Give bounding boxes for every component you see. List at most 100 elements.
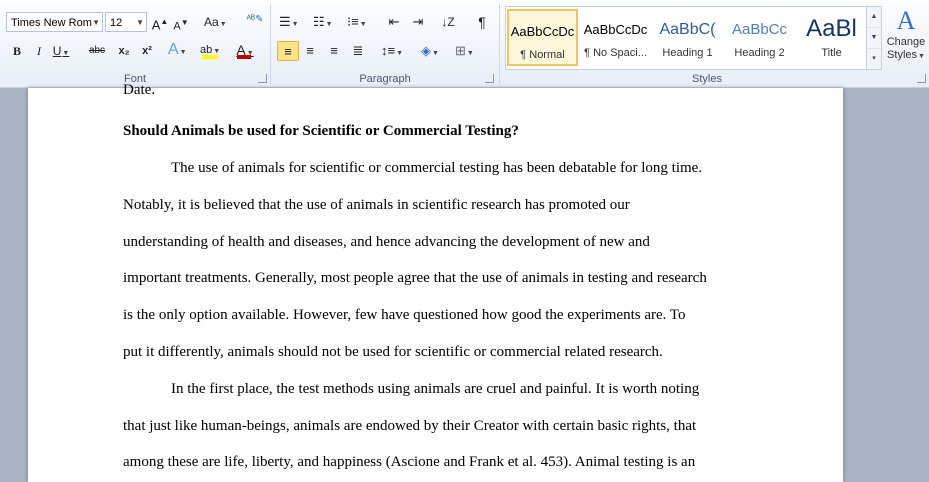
- change-case-label: Aa: [204, 15, 219, 29]
- change-styles-icon: A: [896, 6, 916, 35]
- styles-dialog-launcher[interactable]: [917, 74, 926, 83]
- sort-icon: ↓Z: [441, 15, 455, 29]
- style-heading-1[interactable]: AaBbC( Heading 1: [652, 9, 723, 66]
- paragraph-group-label: Paragraph: [359, 73, 411, 85]
- change-styles-label-2: Styles▼: [887, 49, 925, 61]
- text-effects-button[interactable]: A▼: [168, 40, 187, 60]
- font-name-combo[interactable]: Times New Rom ▼: [6, 12, 103, 32]
- chevron-down-icon: ▼: [136, 18, 144, 27]
- ribbon: Times New Rom ▼ 12 ▼ A▲ A▼ Aa▼ ᴬᴮ✎ B I U…: [0, 0, 929, 88]
- borders-button[interactable]: ⊞▼: [455, 41, 474, 61]
- doc-line: The use of animals for scientific or com…: [171, 160, 703, 176]
- style-name: ¶ No Spaci...: [584, 47, 647, 59]
- style-sample: AaBbCcDc: [510, 24, 575, 39]
- bullets-button[interactable]: ☰▼: [279, 12, 299, 32]
- subscript-label: x₂: [118, 45, 130, 57]
- align-right-icon: ≡: [330, 43, 338, 58]
- strikethrough-label: abc: [88, 45, 106, 56]
- scroll-down-icon[interactable]: ▼: [867, 28, 881, 49]
- change-case-button[interactable]: Aa▼: [204, 12, 227, 32]
- shrink-font-button[interactable]: A▼: [172, 13, 190, 33]
- clear-formatting-button[interactable]: ᴬᴮ✎: [244, 10, 266, 30]
- multilevel-list-button[interactable]: ⁝≡▼: [347, 12, 367, 32]
- font-group: Times New Rom ▼ 12 ▼ A▲ A▼ Aa▼ ᴬᴮ✎ B I U…: [0, 0, 270, 87]
- chevron-down-icon: ▼: [92, 18, 100, 27]
- pilcrow-icon: ¶: [478, 14, 486, 30]
- justify-icon: ≣: [352, 43, 364, 58]
- eraser-icon: ᴬᴮ✎: [246, 14, 264, 25]
- strikethrough-button[interactable]: abc: [88, 41, 106, 61]
- styles-gallery-scroll: ▲ ▼ ▾: [866, 6, 882, 70]
- style-sample: AaBbC(: [659, 21, 716, 38]
- increase-indent-button[interactable]: ⇥: [409, 12, 427, 32]
- style-sample: AaBbCc: [731, 21, 788, 38]
- increase-indent-icon: ⇥: [412, 14, 424, 29]
- style-no-spacing[interactable]: AaBbCcDc ¶ No Spaci...: [580, 9, 651, 66]
- align-center-button[interactable]: ≡: [301, 41, 319, 61]
- align-left-icon: ≡: [284, 44, 292, 59]
- highlight-color-bar: [202, 55, 218, 59]
- paragraph-dialog-launcher[interactable]: [485, 74, 494, 83]
- sort-button[interactable]: ↓Z: [439, 12, 457, 32]
- styles-gallery: AaBbCcDc ¶ Normal AaBbCcDc ¶ No Spaci...…: [505, 6, 867, 70]
- line-spacing-button[interactable]: ↕≡▼: [381, 41, 403, 61]
- doc-line: put it differently, animals should not b…: [123, 344, 663, 360]
- style-name: Heading 1: [662, 47, 713, 59]
- italic-label: I: [37, 44, 41, 58]
- paint-bucket-icon: ◈: [421, 43, 432, 58]
- style-normal[interactable]: AaBbCcDc ¶ Normal: [507, 9, 578, 66]
- font-dialog-launcher[interactable]: [258, 74, 267, 83]
- align-center-icon: ≡: [306, 43, 314, 58]
- decrease-indent-button[interactable]: ⇤: [385, 12, 403, 32]
- style-sample: AaBl: [806, 15, 857, 42]
- bold-button[interactable]: B: [8, 41, 26, 61]
- doc-line: important treatments. Generally, most pe…: [123, 270, 707, 286]
- numbering-button[interactable]: ☷▼: [313, 12, 333, 32]
- superscript-button[interactable]: x²: [138, 41, 156, 61]
- superscript-label: x²: [142, 45, 152, 57]
- grow-font-button[interactable]: A▲: [151, 12, 169, 32]
- bold-label: B: [12, 44, 21, 58]
- gallery-more-icon[interactable]: ▾: [867, 49, 881, 69]
- doc-line: In the first place, the test methods usi…: [171, 381, 700, 397]
- show-formatting-button[interactable]: ¶: [473, 12, 491, 32]
- paragraph-group: ☰▼ ☷▼ ⁝≡▼ ⇤ ⇥ ↓Z ¶ ≡ ≡ ≡ ≣ ↕≡▼ ◈▼ ⊞▼ Par…: [271, 0, 499, 87]
- justify-button[interactable]: ≣: [349, 41, 367, 61]
- font-color-button[interactable]: A▼: [236, 40, 254, 60]
- font-color-bar: [237, 55, 251, 59]
- style-title[interactable]: AaBl Title: [796, 9, 867, 66]
- subscript-button[interactable]: x₂: [115, 41, 133, 61]
- style-sample: AaBbCcDc: [583, 22, 648, 37]
- font-name-value: Times New Rom: [11, 17, 92, 29]
- style-name: ¶ Normal: [520, 49, 565, 61]
- document-page[interactable]: Date. Should Animals be used for Scienti…: [28, 82, 843, 482]
- doc-line: is the only option available. However, f…: [123, 307, 686, 323]
- style-name: Title: [821, 47, 842, 59]
- font-size-value: 12: [110, 17, 123, 29]
- doc-line: Notably, it is believed that the use of …: [123, 197, 630, 213]
- scroll-up-icon[interactable]: ▲: [867, 7, 881, 28]
- shading-button[interactable]: ◈▼: [421, 41, 439, 61]
- shrink-font-label: A: [173, 20, 181, 33]
- underline-button[interactable]: U▼: [52, 41, 70, 61]
- doc-line-date: Date.: [123, 82, 156, 98]
- font-size-combo[interactable]: 12 ▼: [105, 12, 147, 32]
- text-effects-label: A: [168, 41, 179, 58]
- multilevel-list-icon: ⁝≡: [347, 14, 359, 29]
- underline-label: U: [52, 44, 62, 58]
- doc-line: understanding of health and diseases, an…: [123, 234, 650, 250]
- align-left-button[interactable]: ≡: [277, 41, 299, 61]
- numbering-icon: ☷: [313, 14, 325, 29]
- style-heading-2[interactable]: AaBbCc Heading 2: [724, 9, 795, 66]
- styles-group-label: Styles: [692, 73, 722, 85]
- align-right-button[interactable]: ≡: [325, 41, 343, 61]
- change-styles-label-text: Styles: [887, 49, 918, 61]
- italic-button[interactable]: I: [30, 41, 48, 61]
- change-styles-label-1: Change: [886, 36, 926, 48]
- doc-line: that just like human-beings, animals are…: [123, 418, 697, 434]
- bullets-icon: ☰: [279, 14, 291, 29]
- decrease-indent-icon: ⇤: [388, 14, 400, 29]
- change-styles-button[interactable]: A Change Styles▼: [884, 6, 928, 72]
- doc-title: Should Animals be used for Scientific or…: [123, 123, 519, 139]
- highlight-button[interactable]: ab▼: [200, 40, 220, 60]
